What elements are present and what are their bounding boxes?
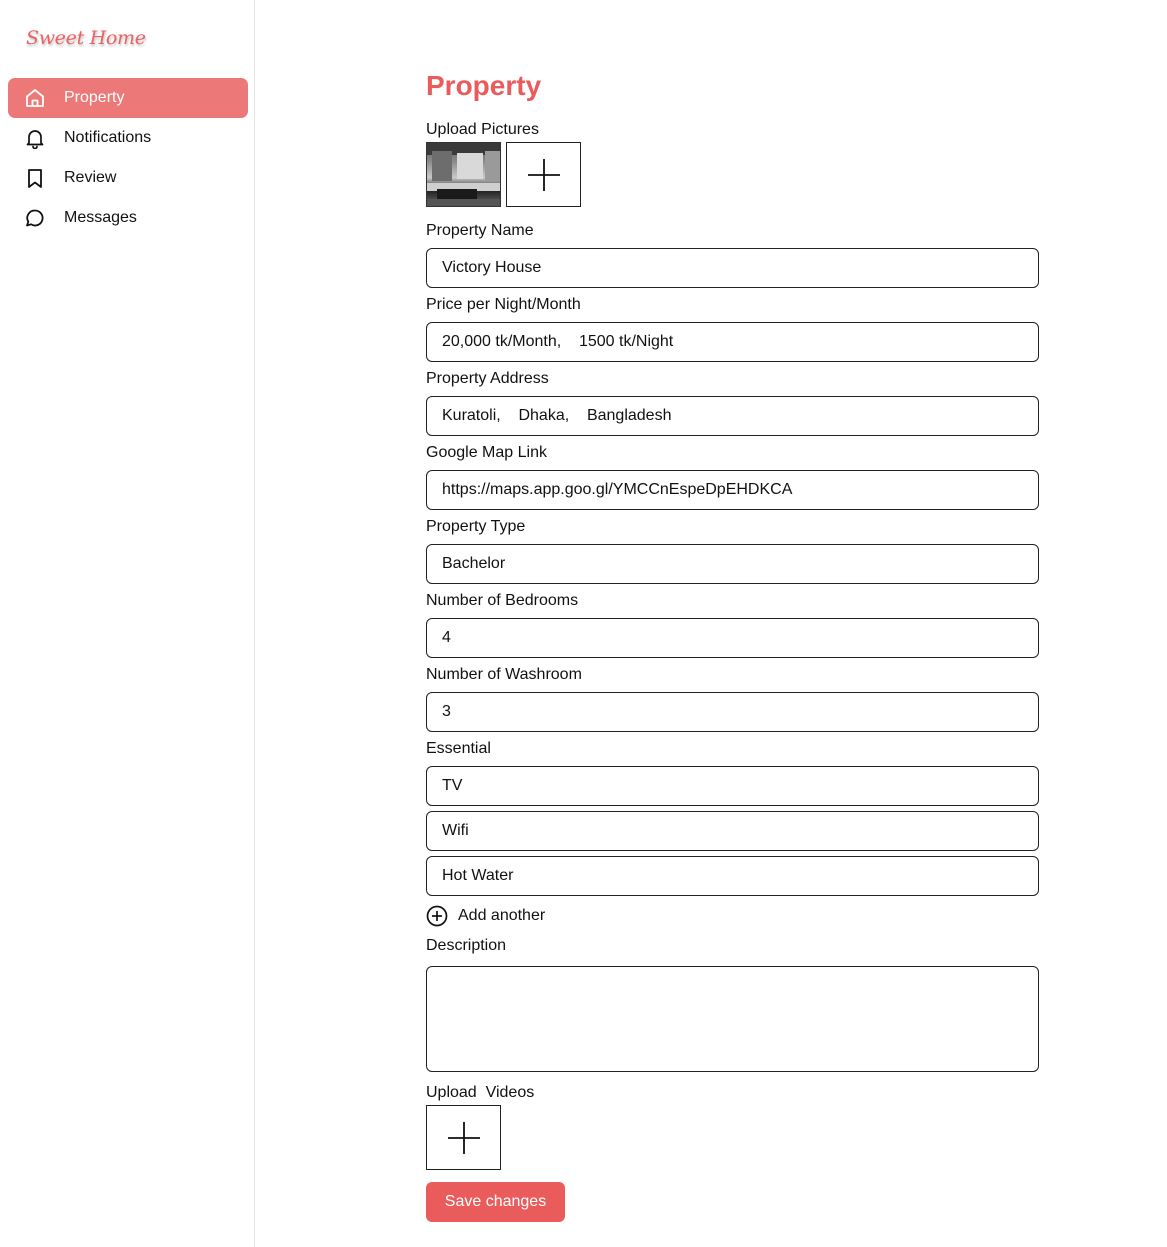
sidebar-item-review[interactable]: Review [8, 158, 248, 198]
add-another-label: Add another [458, 907, 546, 924]
add-picture-button[interactable] [506, 142, 581, 207]
address-label: Property Address [426, 370, 549, 387]
property-name-label: Property Name [426, 222, 534, 239]
sidebar-item-label: Messages [64, 209, 137, 226]
bedrooms-input[interactable] [426, 618, 1039, 658]
sidebar: Sweet Home Property Notifications Review… [0, 0, 255, 1247]
upload-pictures-label: Upload Pictures [426, 121, 539, 138]
price-label: Price per Night/Month [426, 296, 581, 313]
sidebar-item-label: Review [64, 169, 117, 186]
chat-bubble-icon [24, 207, 46, 229]
address-input[interactable] [426, 396, 1039, 436]
sidebar-item-notifications[interactable]: Notifications [8, 118, 248, 158]
description-textarea[interactable] [426, 966, 1039, 1072]
bookmark-icon [24, 167, 46, 189]
sidebar-item-messages[interactable]: Messages [8, 198, 248, 238]
plus-icon [527, 158, 560, 191]
price-input[interactable] [426, 322, 1039, 362]
save-changes-button[interactable]: Save changes [426, 1182, 565, 1222]
description-label: Description [426, 937, 507, 954]
bedrooms-label: Number of Bedrooms [426, 592, 579, 609]
essential-input[interactable] [426, 766, 1039, 806]
essential-input[interactable] [426, 856, 1039, 896]
sidebar-item-property[interactable]: Property [8, 78, 248, 118]
essential-label: Essential [426, 740, 491, 757]
map-link-label: Google Map Link [426, 444, 547, 461]
property-photo-thumbnail[interactable] [426, 142, 501, 207]
sidebar-nav: Property Notifications Review Messages [8, 78, 248, 238]
page-title: Property [426, 70, 542, 101]
plus-circle-icon [426, 905, 448, 927]
sidebar-item-label: Property [64, 89, 125, 106]
property-type-label: Property Type [426, 518, 526, 535]
essential-input[interactable] [426, 811, 1039, 851]
add-video-button[interactable] [426, 1105, 501, 1170]
add-another-button[interactable]: Add another [426, 905, 545, 927]
sidebar-item-label: Notifications [64, 129, 152, 146]
upload-videos-label: Upload Videos [426, 1084, 535, 1101]
washroom-label: Number of Washroom [426, 666, 582, 683]
home-icon [24, 87, 46, 109]
property-name-input[interactable] [426, 248, 1039, 288]
plus-icon [447, 1121, 480, 1154]
property-type-input[interactable] [426, 544, 1039, 584]
map-link-input[interactable] [426, 470, 1039, 510]
washroom-input[interactable] [426, 692, 1039, 732]
bell-icon [24, 127, 46, 149]
app-logo[interactable]: Sweet Home [26, 27, 146, 49]
